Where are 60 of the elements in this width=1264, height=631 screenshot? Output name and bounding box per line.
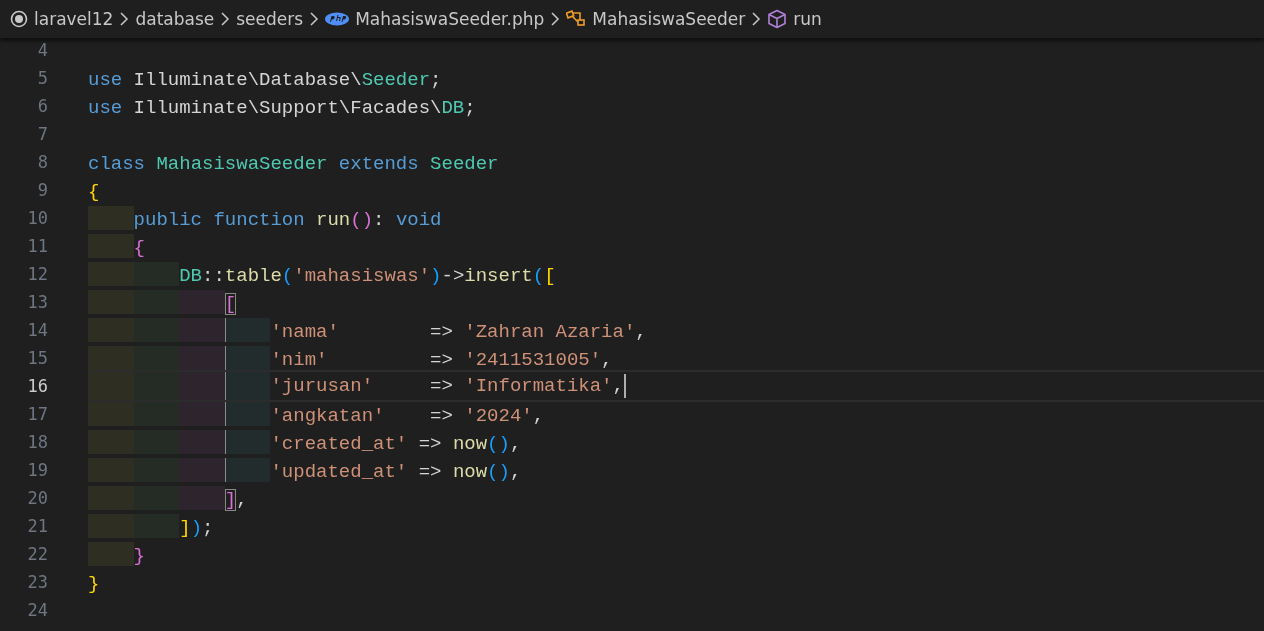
line-number: 6 (36, 95, 48, 118)
chevron-right-icon (751, 11, 762, 27)
line-number: 15 (26, 347, 48, 370)
indent-guide (179, 458, 225, 482)
line-number: 5 (36, 67, 48, 90)
code-line: use Illuminate\Support\Facades\DB; (88, 96, 476, 118)
line-number: 23 (26, 571, 48, 594)
breadcrumb-item[interactable]: seeders (236, 9, 304, 29)
php-file-icon (325, 12, 350, 26)
code-line: ], (224, 488, 248, 510)
line-number: 21 (26, 515, 48, 538)
code-line: 'nama' => 'Zahran Azaria', (270, 320, 647, 342)
code-line: DB::table('mahasiswas')->insert([ (179, 264, 556, 286)
code-line: 'angkatan' => '2024', (270, 404, 545, 426)
line-number: 18 (26, 431, 48, 454)
code-line: } (88, 572, 100, 594)
code-line: { (88, 180, 100, 202)
line-number: 17 (26, 403, 48, 426)
chevron-right-icon (309, 11, 320, 27)
line-number: 11 (26, 235, 48, 258)
line-number: 4 (36, 39, 48, 62)
code-line: 'updated_at' => now(), (270, 460, 522, 482)
cube-icon (767, 9, 788, 29)
line-number: 19 (26, 459, 48, 482)
line-number: 22 (26, 543, 48, 566)
code-line: [ (224, 292, 237, 314)
class-structure-icon (566, 10, 587, 28)
line-number: 13 (26, 291, 48, 314)
breadcrumb-item[interactable]: database (135, 9, 215, 29)
code-line: class MahasiswaSeeder extends Seeder (88, 152, 499, 174)
line-number: 20 (26, 487, 48, 510)
text-cursor (623, 374, 626, 398)
code-line: { (133, 236, 145, 258)
breadcrumb-item[interactable]: laravel12 (34, 9, 114, 29)
indent-guide (179, 486, 225, 510)
code-line: 'nim' => '2411531005', (270, 348, 613, 370)
line-number: 7 (36, 123, 48, 146)
chevron-right-icon (550, 11, 561, 27)
line-number: 14 (26, 319, 48, 342)
code-line: ]); (179, 516, 214, 538)
indent-guide (179, 318, 225, 342)
circle-dot-icon (10, 10, 28, 28)
line-number: 8 (36, 151, 48, 174)
indent-guide (179, 290, 225, 314)
line-number: 24 (26, 599, 48, 622)
breadcrumb-item[interactable]: MahasiswaSeeder (592, 9, 746, 29)
code-line: 'created_at' => now(), (270, 432, 522, 454)
code-line: } (133, 544, 145, 566)
line-number: 12 (26, 263, 48, 286)
code-line: 'jurusan' => 'Informatika', (270, 374, 624, 399)
code-line: use Illuminate\Database\Seeder; (88, 68, 442, 90)
chevron-right-icon (220, 11, 231, 27)
breadcrumb-item[interactable]: run (793, 9, 822, 29)
chevron-right-icon (119, 11, 130, 27)
breadcrumb-item[interactable]: MahasiswaSeeder.php (355, 9, 545, 29)
indent-guide (179, 430, 225, 454)
line-number: 9 (36, 179, 48, 202)
line-number: 10 (26, 207, 48, 230)
line-number: 16 (26, 375, 48, 398)
code-line: public function run(): void (133, 208, 442, 230)
